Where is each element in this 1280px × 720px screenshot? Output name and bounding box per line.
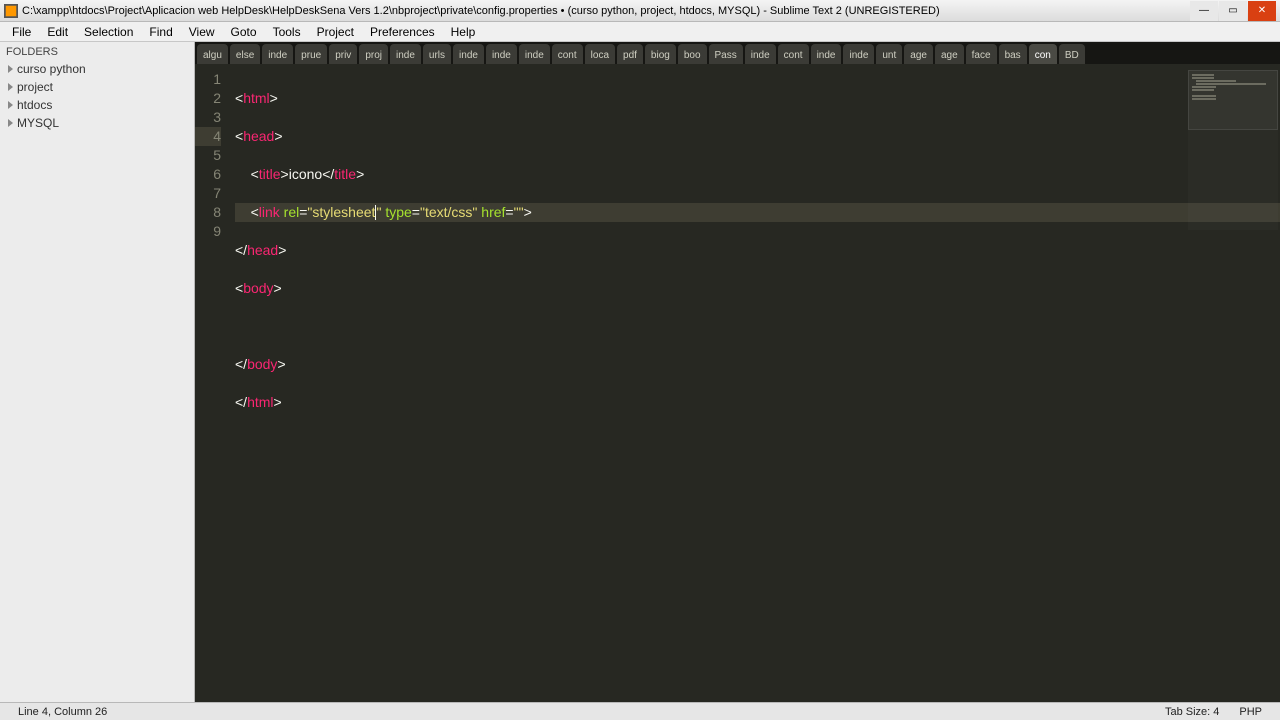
line-number: 6	[195, 165, 221, 184]
window-titlebar: C:\xampp\htdocs\Project\Aplicacion web H…	[0, 0, 1280, 22]
tab[interactable]: con	[1029, 44, 1057, 64]
tab[interactable]: inde	[390, 44, 421, 64]
tab[interactable]: face	[966, 44, 997, 64]
minimap-viewport[interactable]	[1188, 70, 1278, 130]
window-close-button[interactable]: ✕	[1248, 1, 1276, 21]
menu-file[interactable]: File	[4, 25, 39, 39]
sidebar-folder-label: MYSQL	[17, 116, 59, 130]
tab[interactable]: Pass	[709, 44, 743, 64]
tab[interactable]: inde	[453, 44, 484, 64]
status-syntax[interactable]: PHP	[1229, 706, 1272, 718]
line-number: 2	[195, 89, 221, 108]
sidebar-folder-label: curso python	[17, 62, 86, 76]
tab[interactable]: biog	[645, 44, 676, 64]
line-number: 1	[195, 70, 221, 89]
line-number: 5	[195, 146, 221, 165]
sidebar-folder-htdocs[interactable]: htdocs	[0, 96, 194, 114]
menu-find[interactable]: Find	[141, 25, 180, 39]
tab[interactable]: BD	[1059, 44, 1085, 64]
menu-bar: File Edit Selection Find View Goto Tools…	[0, 22, 1280, 42]
tab[interactable]: inde	[745, 44, 776, 64]
folder-arrow-icon	[8, 65, 13, 73]
tab[interactable]: inde	[811, 44, 842, 64]
menu-view[interactable]: View	[181, 25, 223, 39]
tab[interactable]: age	[904, 44, 933, 64]
status-cursor-position: Line 4, Column 26	[8, 706, 117, 718]
line-number: 4	[195, 127, 221, 146]
tab[interactable]: inde	[262, 44, 293, 64]
line-number: 7	[195, 184, 221, 203]
menu-project[interactable]: Project	[309, 25, 362, 39]
sidebar-folder-label: project	[17, 80, 53, 94]
tab[interactable]: inde	[486, 44, 517, 64]
tab[interactable]: inde	[843, 44, 874, 64]
tab[interactable]: priv	[329, 44, 357, 64]
menu-goto[interactable]: Goto	[223, 25, 265, 39]
tab[interactable]: inde	[519, 44, 550, 64]
sidebar-heading: FOLDERS	[0, 42, 194, 60]
menu-edit[interactable]: Edit	[39, 25, 76, 39]
tab[interactable]: bas	[999, 44, 1027, 64]
tab[interactable]: prue	[295, 44, 327, 64]
menu-preferences[interactable]: Preferences	[362, 25, 443, 39]
tab[interactable]: proj	[359, 44, 388, 64]
code-editor[interactable]: 1 2 3 4 5 6 7 8 9 <html> <head> <title>i…	[195, 64, 1280, 702]
window-maximize-button[interactable]: ▭	[1219, 1, 1247, 21]
line-number: 8	[195, 203, 221, 222]
menu-tools[interactable]: Tools	[265, 25, 309, 39]
folder-arrow-icon	[8, 83, 13, 91]
code-content[interactable]: <html> <head> <title>icono</title> <link…	[229, 64, 1280, 702]
sidebar-folder-curso-python[interactable]: curso python	[0, 60, 194, 78]
tab[interactable]: cont	[778, 44, 809, 64]
tab-bar: alguelseindeprueprivprojindeurlsindeinde…	[195, 42, 1280, 64]
menu-help[interactable]: Help	[443, 25, 484, 39]
status-tab-size[interactable]: Tab Size: 4	[1155, 706, 1229, 718]
tab[interactable]: algu	[197, 44, 228, 64]
app-icon	[4, 4, 18, 18]
tab[interactable]: pdf	[617, 44, 643, 64]
tab[interactable]: loca	[585, 44, 615, 64]
window-title: C:\xampp\htdocs\Project\Aplicacion web H…	[22, 5, 1189, 17]
window-minimize-button[interactable]: —	[1190, 1, 1218, 21]
minimap[interactable]	[1188, 70, 1278, 230]
line-gutter: 1 2 3 4 5 6 7 8 9	[195, 64, 229, 702]
tab[interactable]: unt	[876, 44, 902, 64]
menu-selection[interactable]: Selection	[76, 25, 141, 39]
sidebar-folder-label: htdocs	[17, 98, 52, 112]
tab[interactable]: urls	[423, 44, 451, 64]
sidebar-folder-mysql[interactable]: MYSQL	[0, 114, 194, 132]
tab[interactable]: boo	[678, 44, 707, 64]
tab[interactable]: age	[935, 44, 964, 64]
editor-area: alguelseindeprueprivprojindeurlsindeinde…	[195, 42, 1280, 702]
folder-arrow-icon	[8, 101, 13, 109]
sidebar: FOLDERS curso python project htdocs MYSQ…	[0, 42, 195, 702]
status-bar: Line 4, Column 26 Tab Size: 4 PHP	[0, 702, 1280, 720]
tab[interactable]: cont	[552, 44, 583, 64]
folder-arrow-icon	[8, 119, 13, 127]
line-number: 3	[195, 108, 221, 127]
line-number: 9	[195, 222, 221, 241]
sidebar-folder-project[interactable]: project	[0, 78, 194, 96]
tab[interactable]: else	[230, 44, 260, 64]
